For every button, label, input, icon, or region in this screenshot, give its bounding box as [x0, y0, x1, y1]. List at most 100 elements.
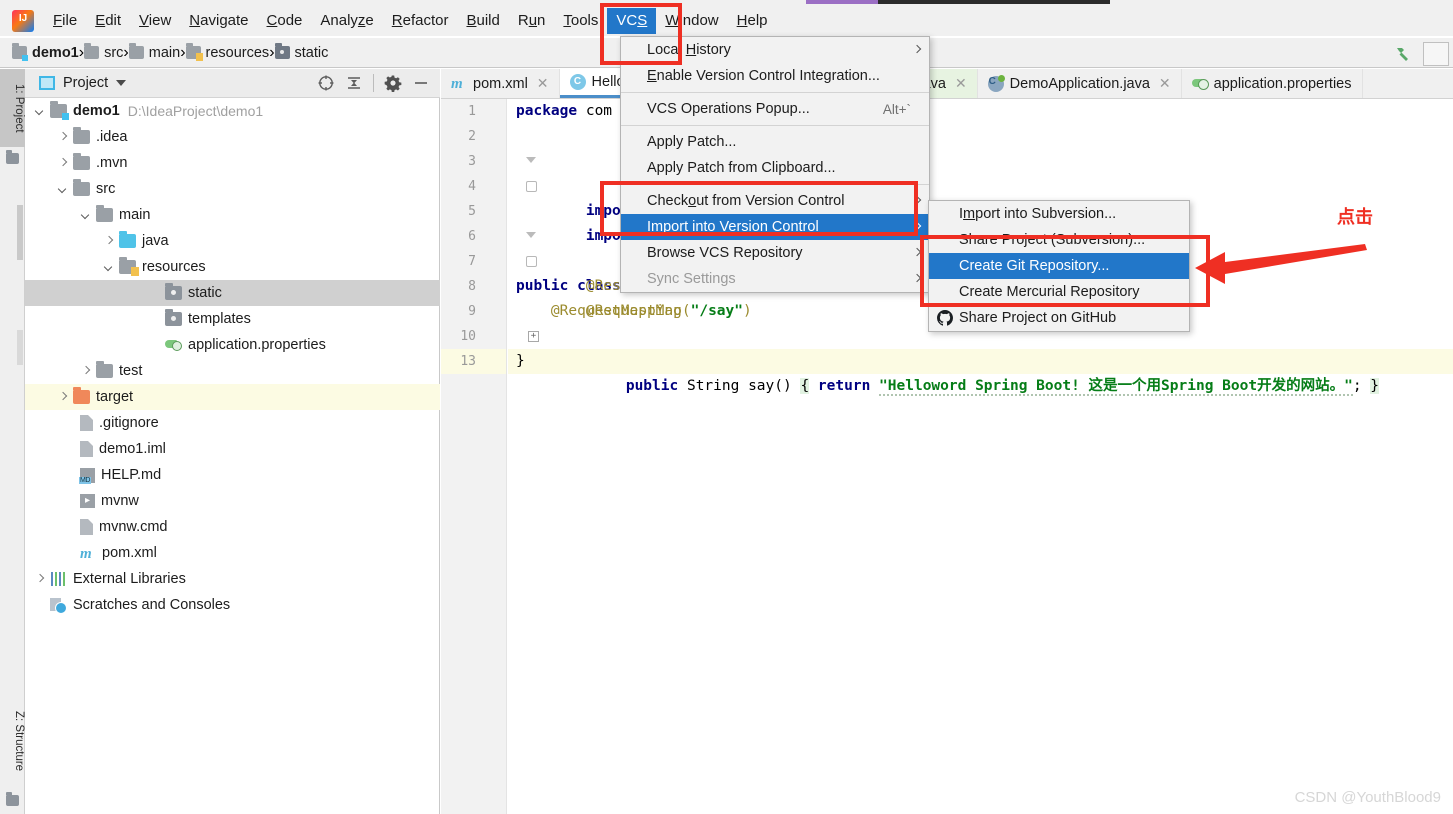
chevron-right-icon[interactable] [56, 130, 70, 144]
breadcrumb-item-resources[interactable]: resources [185, 43, 269, 61]
tool-button-project[interactable]: 1: Project [0, 69, 25, 147]
fold-region-icon[interactable] [526, 181, 537, 192]
navbar-right-control[interactable] [1423, 42, 1449, 66]
tree-node-label: demo1 [73, 103, 120, 119]
tab-pom-xml[interactable]: m pom.xml ✕ [441, 69, 560, 98]
menu-vcs[interactable]: VCS [607, 8, 657, 34]
tree-node-mvn[interactable]: .mvn [25, 150, 440, 176]
chevron-right-icon[interactable] [102, 234, 116, 248]
menu-tools[interactable]: Tools [554, 8, 607, 34]
breadcrumb-item-demo1[interactable]: demo1 [12, 43, 79, 61]
submenu-item-create-git-repository[interactable]: Create Git Repository... [929, 253, 1189, 279]
menu-analyze[interactable]: Analyze [311, 8, 382, 34]
tab-application-properties[interactable]: application.properties [1182, 69, 1363, 98]
panel-scroll-indicator-2[interactable] [17, 330, 23, 365]
tree-node-mvnw-cmd[interactable]: mvnw.cmd [25, 514, 440, 540]
hide-panel-button[interactable] [408, 71, 434, 95]
tree-node-application-properties[interactable]: application.properties [25, 332, 440, 358]
chevron-right-icon[interactable] [56, 156, 70, 170]
menu-item-enable-vcs-integration[interactable]: Enable Version Control Integration... [621, 63, 929, 89]
chevron-right-icon[interactable] [56, 390, 70, 404]
breadcrumb-item-src[interactable]: src [84, 43, 123, 61]
menu-navigate[interactable]: Navigate [180, 8, 257, 34]
tree-node-demo1-iml[interactable]: demo1.iml [25, 436, 440, 462]
tool-button-structure[interactable]: Z: Structure [0, 696, 25, 786]
submenu-item-create-mercurial-repository[interactable]: Create Mercurial Repository [929, 279, 1189, 305]
hammer-build-icon[interactable] [1393, 44, 1413, 64]
menu-help[interactable]: Help [728, 8, 777, 34]
tree-node-static[interactable]: static [25, 280, 440, 306]
keyword-package: package [516, 103, 578, 119]
menu-item-apply-patch-from-clipboard[interactable]: Apply Patch from Clipboard... [621, 155, 929, 181]
left-tool-strip: 1: Project Z: Structure [0, 69, 25, 814]
breadcrumb-item-main[interactable]: main [128, 43, 180, 61]
chevron-down-icon[interactable] [79, 208, 93, 222]
submenu-item-share-project-on-github[interactable]: Share Project on GitHub [929, 305, 1189, 331]
project-panel-title: Project [63, 75, 109, 91]
tree-node-pom-xml[interactable]: m pom.xml [25, 540, 440, 566]
close-icon[interactable]: ✕ [955, 75, 967, 92]
submenu-item-label: Share Project on GitHub [959, 310, 1117, 326]
settings-button[interactable] [380, 71, 406, 95]
tree-node-scratches[interactable]: Scratches and Consoles [25, 592, 440, 618]
tree-node-label: .idea [96, 129, 128, 145]
submenu-item-label: Create Mercurial Repository [959, 284, 1140, 300]
spring-properties-icon [165, 338, 182, 352]
panel-scroll-indicator[interactable] [17, 205, 23, 260]
close-icon[interactable]: ✕ [1159, 75, 1171, 92]
chevron-down-icon[interactable] [102, 260, 116, 274]
menu-view[interactable]: View [130, 8, 180, 34]
menu-item-checkout-from-version-control[interactable]: Checkout from Version Control [621, 188, 929, 214]
method-open-brace: { [800, 378, 810, 394]
tree-node-gitignore[interactable]: .gitignore [25, 410, 440, 436]
menu-item-import-into-version-control[interactable]: Import into Version Control [621, 214, 929, 240]
tree-node-label: application.properties [188, 337, 326, 353]
tree-node-help-md[interactable]: HELP.md [25, 462, 440, 488]
fold-expand-icon[interactable]: + [528, 331, 539, 342]
chevron-right-icon [914, 196, 920, 205]
tree-node-resources[interactable]: resources [25, 254, 440, 280]
collapse-all-button[interactable] [341, 71, 367, 95]
menu-window[interactable]: Window [656, 8, 727, 34]
submenu-item-share-project-subversion[interactable]: Share Project (Subversion)... [929, 227, 1189, 253]
menu-run[interactable]: Run [509, 8, 555, 34]
chevron-down-icon[interactable] [33, 104, 47, 118]
menu-refactor[interactable]: Refactor [383, 8, 458, 34]
editor-gutter[interactable]: 1 2 3 4 5 6 7 8 9 10 13 [441, 99, 507, 814]
fold-collapse-icon[interactable] [526, 157, 536, 163]
tree-node-demo1[interactable]: demo1 D:\IdeaProject\demo1 [25, 98, 440, 124]
tree-node-templates[interactable]: templates [25, 306, 440, 332]
close-icon[interactable]: ✕ [537, 75, 549, 92]
menu-code[interactable]: Code [258, 8, 312, 34]
tree-node-java[interactable]: java [25, 228, 440, 254]
chevron-right-icon[interactable] [33, 572, 47, 586]
fold-region-icon[interactable] [526, 256, 537, 267]
tree-node-label: src [96, 181, 116, 197]
fold-collapse-icon[interactable] [526, 232, 536, 238]
tree-node-mvnw[interactable]: ▸ mvnw [25, 488, 440, 514]
menu-item-browse-vcs-repository[interactable]: Browse VCS Repository [621, 240, 929, 266]
menu-item-vcs-operations-popup[interactable]: VCS Operations Popup... Alt+` [621, 96, 929, 122]
tree-node-src[interactable]: src [25, 176, 440, 202]
menu-edit[interactable]: Edit [86, 8, 130, 34]
chevron-down-icon[interactable] [56, 182, 70, 196]
tab-demoapplication-java[interactable]: DemoApplication.java ✕ [978, 69, 1182, 98]
project-tree[interactable]: demo1 D:\IdeaProject\demo1 .idea .mvn sr… [25, 98, 440, 814]
tree-node-main[interactable]: main [25, 202, 440, 228]
locate-file-button[interactable] [313, 71, 339, 95]
tree-node-test[interactable]: test [25, 358, 440, 384]
tool-button-label: 1: Project [13, 83, 25, 133]
menu-file[interactable]: FFileile [44, 8, 86, 34]
menu-item-apply-patch[interactable]: Apply Patch... [621, 129, 929, 155]
breadcrumb-item-static[interactable]: static [274, 43, 328, 61]
tree-node-external-libraries[interactable]: External Libraries [25, 566, 440, 592]
chevron-right-icon[interactable] [79, 364, 93, 378]
tree-node-label: .mvn [96, 155, 128, 171]
menu-build[interactable]: Build [457, 8, 508, 34]
line-number: 9 [468, 304, 476, 319]
tree-node-idea[interactable]: .idea [25, 124, 440, 150]
submenu-item-import-into-subversion[interactable]: Import into Subversion... [929, 201, 1189, 227]
tree-node-target[interactable]: target [25, 384, 440, 410]
menu-item-local-history[interactable]: Local History [621, 37, 929, 63]
chevron-down-icon[interactable] [116, 80, 127, 86]
